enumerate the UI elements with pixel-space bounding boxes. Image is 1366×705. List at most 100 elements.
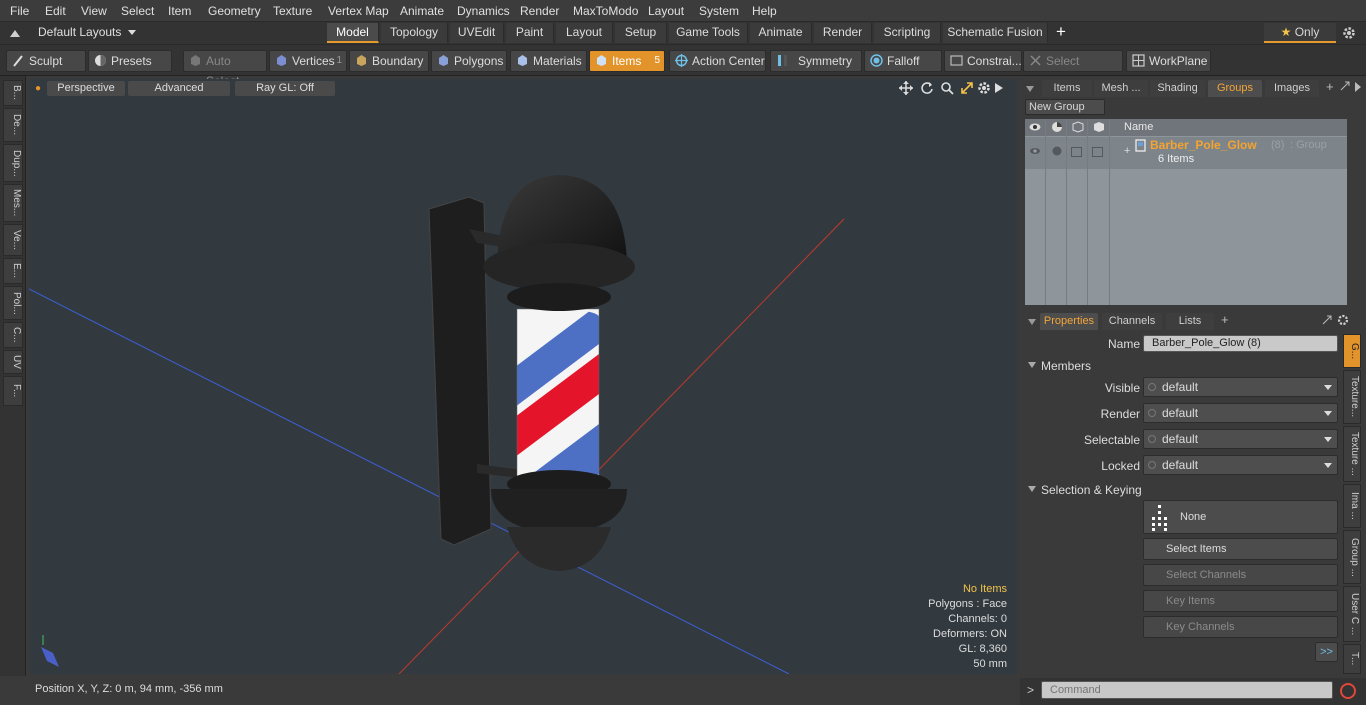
tab-game-tools[interactable]: Game Tools: [669, 23, 748, 43]
group-name[interactable]: Barber_Pole_Glow: [1150, 138, 1257, 152]
left-tab-edge[interactable]: E...: [3, 258, 23, 284]
perspective-button[interactable]: Perspective: [47, 81, 125, 96]
key-items-button[interactable]: Key Items: [1143, 590, 1338, 612]
rotate-view-icon[interactable]: [920, 81, 934, 95]
tab-paint[interactable]: Paint: [506, 23, 554, 43]
tab-lists[interactable]: Lists: [1166, 313, 1214, 330]
left-tab-polygon[interactable]: Pol...: [3, 286, 23, 320]
side-tab-image[interactable]: Ima ...: [1343, 484, 1361, 528]
expand-properties-icon[interactable]: [1322, 315, 1332, 325]
row-lock-checkbox[interactable]: [1092, 147, 1103, 157]
key-channels-button[interactable]: Key Channels: [1143, 616, 1338, 638]
select-channels-button[interactable]: Select Channels: [1143, 564, 1338, 586]
menu-item[interactable]: Item: [168, 4, 191, 18]
menu-texture[interactable]: Texture: [273, 4, 312, 18]
boundary-button[interactable]: Boundary: [349, 50, 429, 72]
tab-mesh[interactable]: Mesh ...: [1094, 80, 1148, 97]
tab-layout[interactable]: Layout: [556, 23, 613, 43]
presets-button[interactable]: Presets: [88, 50, 172, 72]
polygons-button[interactable]: Polygons: [431, 50, 507, 72]
menu-system[interactable]: System: [699, 4, 739, 18]
tab-uvedit[interactable]: UVEdit: [450, 23, 504, 43]
visible-dropdown[interactable]: default: [1143, 377, 1338, 397]
maximize-view-icon[interactable]: [960, 81, 974, 95]
tab-images[interactable]: Images: [1265, 80, 1319, 97]
menu-render[interactable]: Render: [520, 4, 559, 18]
none-button[interactable]: None: [1143, 500, 1338, 534]
render-dropdown[interactable]: default: [1143, 403, 1338, 423]
left-tab-duplicate[interactable]: Dup...: [3, 144, 23, 182]
move-view-icon[interactable]: [899, 81, 913, 95]
more-button[interactable]: >>: [1315, 642, 1338, 662]
left-tab-vertex[interactable]: Ve...: [3, 224, 23, 256]
add-tab-icon[interactable]: +: [1056, 22, 1066, 42]
vertices-button[interactable]: Vertices 1: [269, 50, 347, 72]
row-selectable-checkbox[interactable]: [1071, 147, 1082, 157]
selection-keying-section[interactable]: Selection & Keying: [1028, 482, 1340, 498]
menu-edit[interactable]: Edit: [45, 4, 66, 18]
tab-setup[interactable]: Setup: [615, 23, 667, 43]
tab-items[interactable]: Items: [1042, 80, 1092, 97]
left-tab-basic[interactable]: B...: [3, 80, 23, 106]
zoom-view-icon[interactable]: [940, 81, 954, 95]
properties-gear-icon[interactable]: [1337, 314, 1349, 326]
tab-channels[interactable]: Channels: [1102, 313, 1162, 330]
advanced-button[interactable]: Advanced: [128, 81, 230, 96]
group-list[interactable]: Name + Barber_Pole_Glow (8) : Group 6 It…: [1025, 119, 1347, 305]
add-properties-tab-icon[interactable]: +: [1221, 312, 1229, 327]
auto-select-button[interactable]: Auto Select: [183, 50, 267, 88]
select-items-button[interactable]: Select Items: [1143, 538, 1338, 560]
left-tab-curve[interactable]: C...: [3, 322, 23, 348]
menu-geometry[interactable]: Geometry: [208, 4, 261, 18]
left-tab-mesh[interactable]: Mes...: [3, 184, 23, 222]
workplane-button[interactable]: WorkPlane: [1126, 50, 1211, 72]
tab-model[interactable]: Model: [327, 23, 379, 43]
new-group-button[interactable]: New Group: [1025, 99, 1105, 115]
render-icon[interactable]: [1051, 121, 1063, 133]
tab-schematic-fusion[interactable]: Schematic Fusion: [943, 23, 1048, 43]
expand-arrow-icon[interactable]: [995, 83, 1003, 93]
members-section[interactable]: Members: [1028, 358, 1340, 374]
group-row[interactable]: + Barber_Pole_Glow (8) : Group 6 Items: [1025, 137, 1347, 169]
raygl-button[interactable]: Ray GL: Off: [235, 81, 335, 96]
row-eye-icon[interactable]: [1029, 146, 1041, 156]
panel-collapse-icon[interactable]: [1026, 86, 1034, 92]
tab-topology[interactable]: Topology: [381, 23, 448, 43]
tab-animate[interactable]: Animate: [750, 23, 812, 43]
layout-arrow-icon[interactable]: [9, 27, 21, 39]
lock-icon[interactable]: [1093, 121, 1105, 133]
falloff-button[interactable]: Falloff: [864, 50, 942, 72]
items-button[interactable]: Items 5: [589, 50, 665, 72]
sculpt-button[interactable]: Sculpt: [6, 50, 86, 72]
name-field[interactable]: Barber_Pole_Glow (8): [1143, 335, 1338, 352]
side-tab-t[interactable]: T...: [1343, 644, 1361, 674]
locked-dropdown[interactable]: default: [1143, 455, 1338, 475]
side-tab-texture-1[interactable]: Texture...: [1343, 370, 1361, 424]
command-input[interactable]: [1041, 681, 1333, 699]
side-tab-group[interactable]: G...: [1343, 334, 1361, 368]
record-icon[interactable]: [1339, 682, 1357, 700]
viewport-gear-icon[interactable]: [977, 81, 991, 95]
only-toggle[interactable]: ★ Only: [1264, 23, 1336, 43]
menu-select[interactable]: Select: [121, 4, 154, 18]
side-tab-group-2[interactable]: Group ...: [1343, 530, 1361, 584]
side-tab-texture-2[interactable]: Texture ...: [1343, 426, 1361, 482]
tab-shading[interactable]: Shading: [1150, 80, 1205, 97]
layout-selector[interactable]: Default Layouts: [38, 25, 188, 43]
panel-more-icon[interactable]: [1355, 82, 1361, 92]
3d-viewport[interactable]: ● Perspective Advanced Ray GL: Off No It…: [29, 79, 1017, 674]
selectable-dropdown[interactable]: default: [1143, 429, 1338, 449]
constraints-button[interactable]: Constrai...: [944, 50, 1022, 72]
gear-icon[interactable]: [1342, 26, 1356, 40]
menu-dynamics[interactable]: Dynamics: [457, 4, 510, 18]
menu-help[interactable]: Help: [752, 4, 777, 18]
materials-button[interactable]: Materials: [510, 50, 587, 72]
visibility-eye-icon[interactable]: [1029, 122, 1041, 132]
selectable-icon[interactable]: [1072, 121, 1084, 133]
menu-view[interactable]: View: [81, 4, 107, 18]
tab-properties[interactable]: Properties: [1040, 313, 1098, 330]
action-center-button[interactable]: Action Center: [669, 50, 766, 72]
menu-layout[interactable]: Layout: [648, 4, 684, 18]
menu-maxtomodo[interactable]: MaxToModo: [573, 4, 638, 18]
left-tab-uv[interactable]: UV: [3, 350, 23, 374]
